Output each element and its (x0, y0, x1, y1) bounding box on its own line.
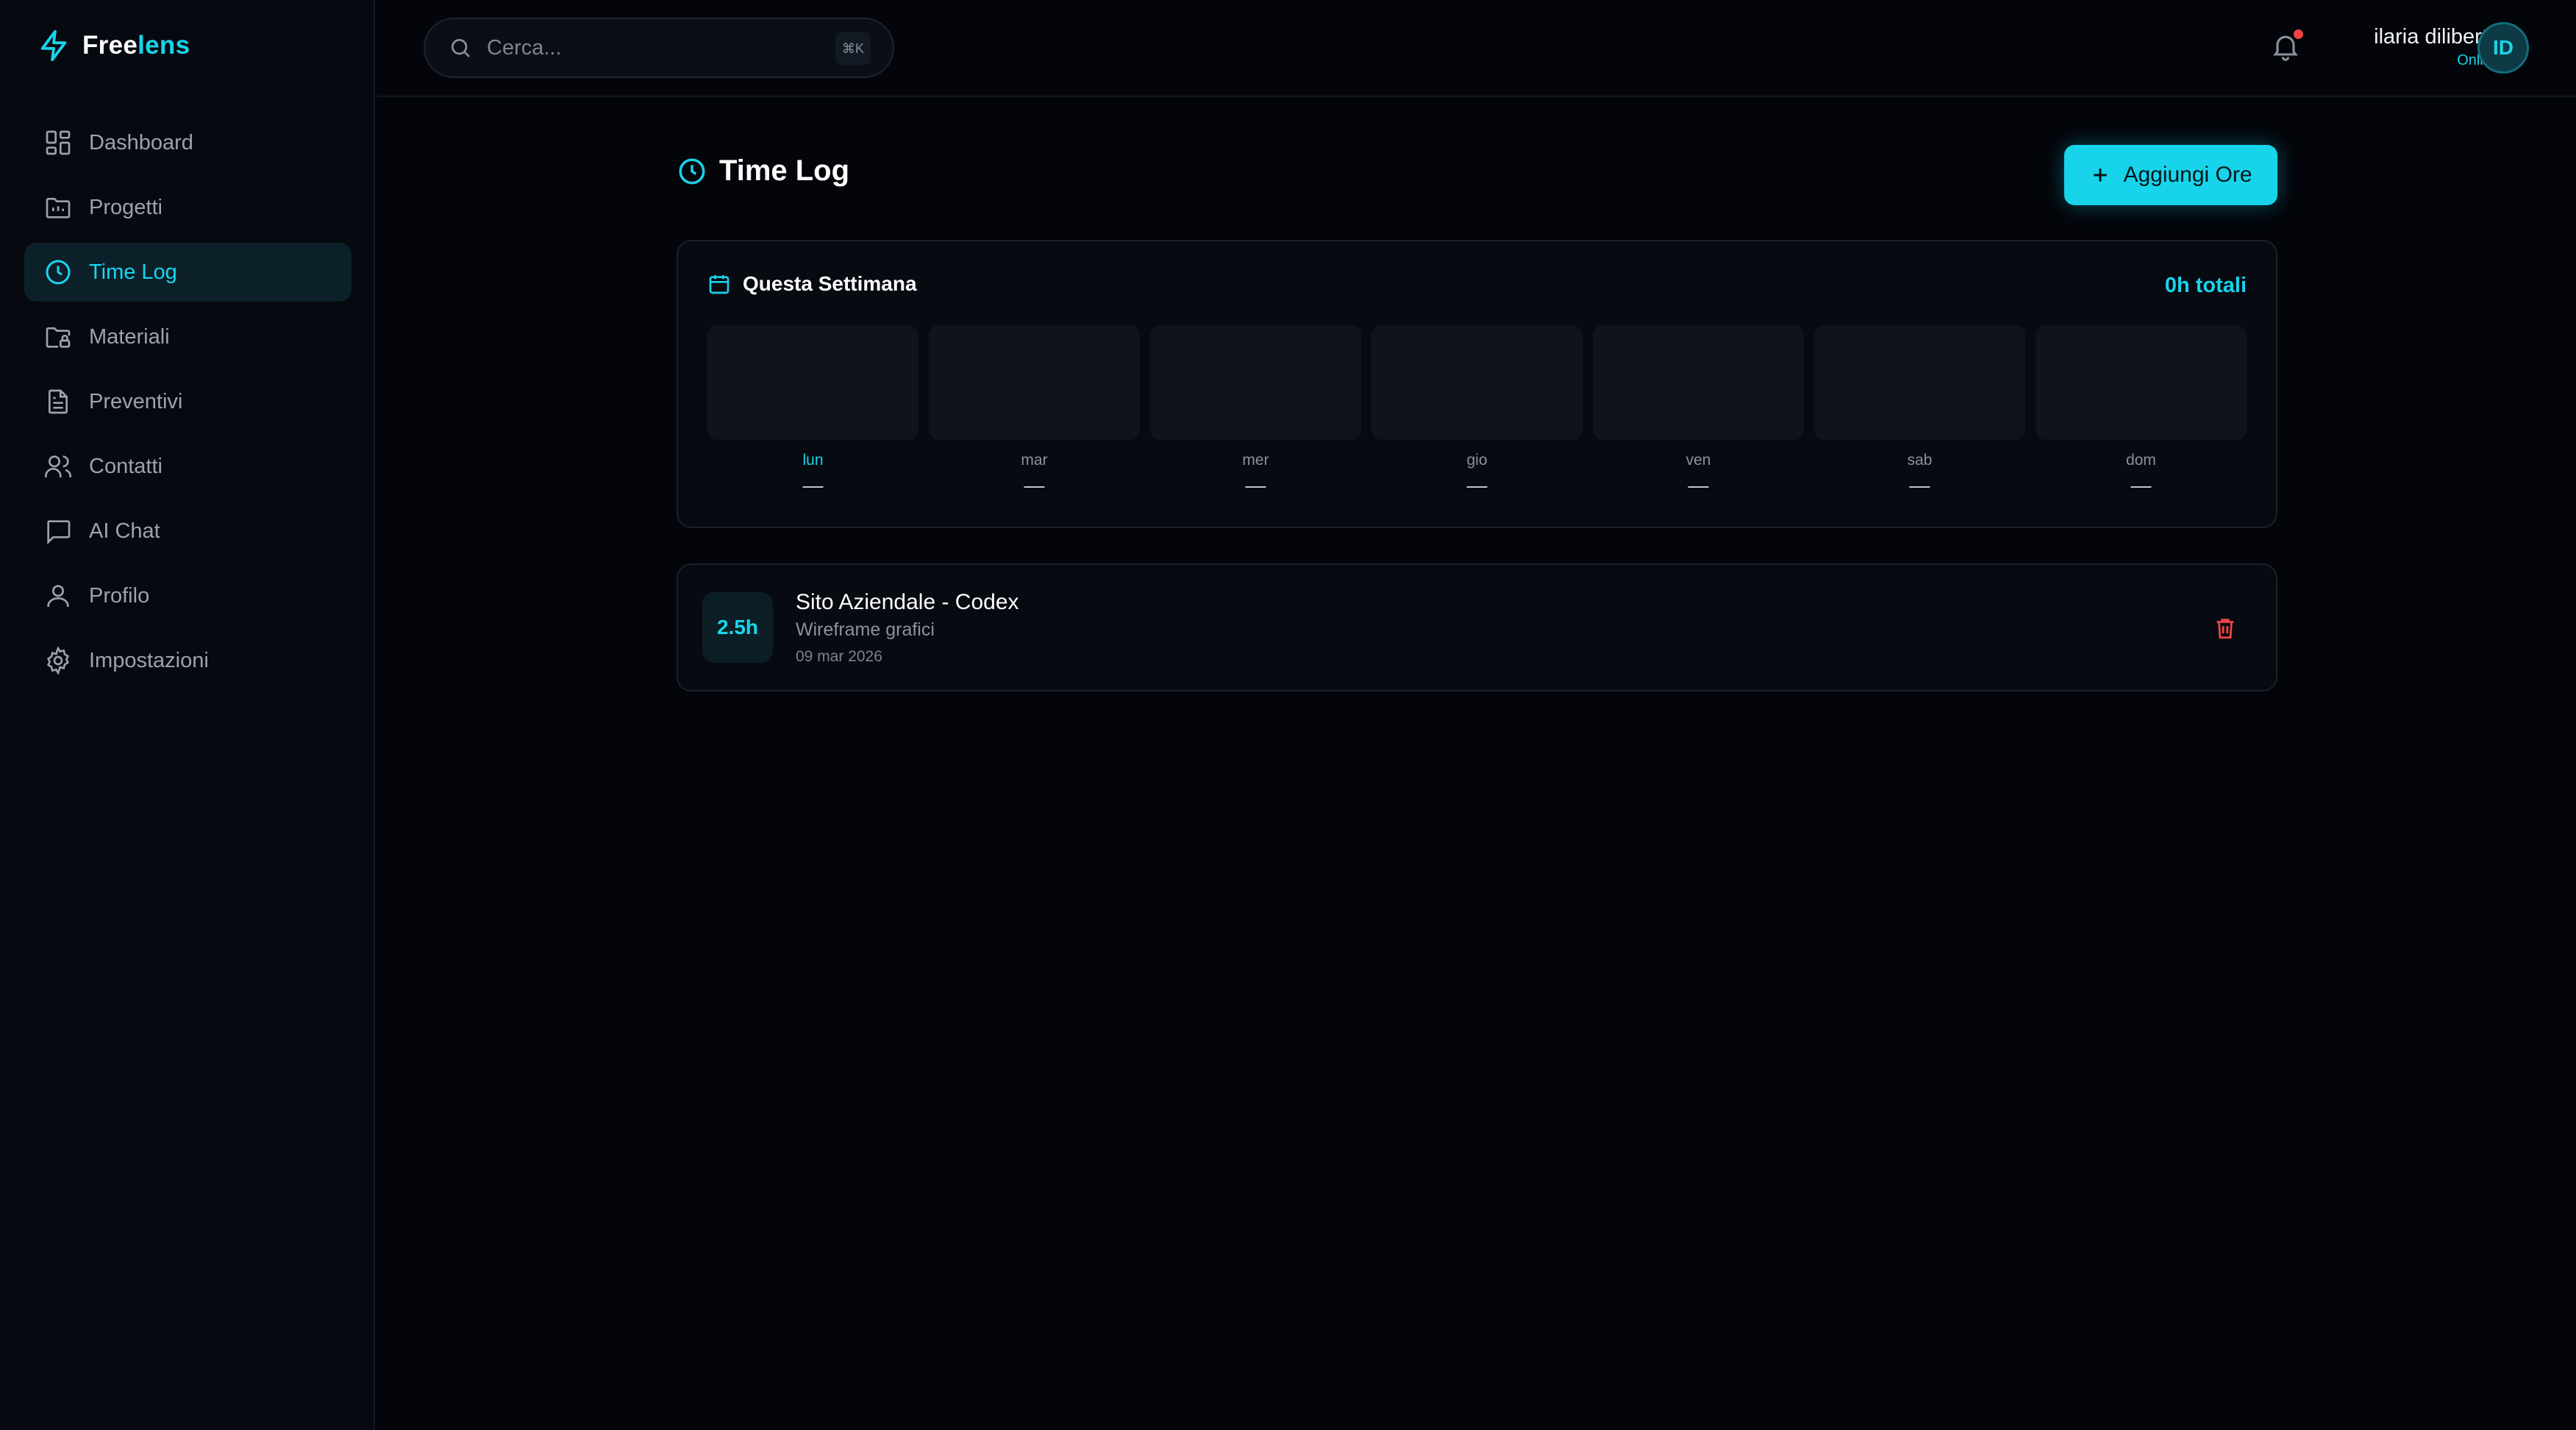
day-value: — (1245, 474, 1266, 497)
sidebar-item-profilo[interactable]: Profilo (24, 566, 352, 625)
notifications-button[interactable] (2269, 29, 2303, 63)
chat-icon (47, 520, 71, 545)
sidebar-item-label: Profilo (89, 583, 150, 608)
day-column[interactable]: dom — (2036, 325, 2247, 497)
week-total: 0h totali (2164, 274, 2247, 297)
day-value: — (1024, 474, 1045, 497)
calendar-icon (709, 275, 729, 294)
page-title-text: Time Log (719, 154, 850, 187)
day-value: — (1688, 474, 1709, 497)
day-bar (707, 325, 918, 440)
day-value: — (1466, 474, 1488, 497)
day-name: ven (1685, 452, 1711, 469)
sidebar-item-label: Contatti (89, 454, 163, 478)
day-name: dom (2126, 452, 2156, 469)
day-column[interactable]: mer — (1150, 325, 1361, 497)
day-name: lun (802, 452, 824, 469)
search-input[interactable] (485, 35, 812, 61)
entry-project-title: Sito Aziendale - Codex (796, 590, 1019, 614)
notification-dot (2294, 29, 2303, 39)
folder-lock-icon (46, 327, 71, 348)
clock-icon (679, 158, 705, 184)
avatar[interactable]: ID (2477, 22, 2529, 74)
sidebar-item-ai-chat[interactable]: AI Chat (24, 502, 352, 561)
search-shortcut-badge: ⌘K (835, 32, 871, 65)
day-column[interactable]: mar — (929, 325, 1140, 497)
entry-details: Sito Aziendale - Codex Wireframe grafici… (796, 590, 1019, 666)
trash-icon (2216, 619, 2234, 639)
document-icon (49, 389, 68, 414)
day-name: mar (1021, 452, 1048, 469)
day-column[interactable]: sab — (1814, 325, 2025, 497)
day-bar (1814, 325, 2025, 440)
day-value: — (2130, 474, 2152, 497)
sidebar-item-progetti[interactable]: Progetti (24, 178, 352, 237)
day-bar (1593, 325, 1804, 440)
week-days: lun — mar — mer — gio — ven — sab — dom … (707, 325, 2247, 497)
search-box[interactable]: ⌘K (424, 18, 894, 78)
entry-date: 09 mar 2026 (796, 648, 882, 665)
dashboard-icon (46, 130, 71, 155)
day-value: — (802, 474, 824, 497)
gear-icon (46, 646, 70, 675)
search-icon (452, 39, 470, 57)
plus-icon (2094, 168, 2108, 182)
week-header: Questa Settimana (707, 272, 917, 296)
sidebar-item-impostazioni[interactable]: Impostazioni (24, 631, 352, 690)
sidebar-item-label: Materiali (89, 324, 170, 349)
add-hours-label: Aggiungi Ore (2123, 163, 2252, 187)
sidebar-item-preventivi[interactable]: Preventivi (24, 372, 352, 431)
week-summary-card: Questa Settimana 0h totali lun — mar — m… (677, 240, 2277, 528)
day-column[interactable]: lun — (707, 325, 918, 497)
users-icon (45, 455, 71, 477)
app-name: Freelens (82, 31, 190, 60)
sidebar-item-label: AI Chat (89, 519, 160, 543)
top-bar: ⌘K ilaria diliberto Online ID (377, 0, 2576, 97)
day-bar (1371, 325, 1583, 440)
day-name: mer (1242, 452, 1269, 469)
week-title: Questa Settimana (743, 272, 917, 295)
day-column[interactable]: gio — (1371, 325, 1583, 497)
entry-hours-badge: 2.5h (702, 592, 773, 663)
sidebar-item-label: Impostazioni (89, 648, 209, 672)
user-icon (47, 585, 69, 607)
day-column[interactable]: ven — (1593, 325, 1804, 497)
day-name: gio (1466, 452, 1488, 469)
time-entry[interactable]: 2.5h Sito Aziendale - Codex Wireframe gr… (677, 563, 2277, 691)
clock-icon (46, 260, 71, 285)
day-bar (2036, 325, 2247, 440)
add-hours-button[interactable]: Aggiungi Ore (2064, 145, 2277, 205)
sidebar-item-dashboard[interactable]: Dashboard (24, 113, 352, 172)
page-title: Time Log (677, 154, 849, 188)
lightning-icon (40, 29, 67, 62)
sidebar-item-label: Progetti (89, 195, 163, 219)
sidebar-item-time-log[interactable]: Time Log (24, 243, 352, 302)
sidebar: Freelens Dashboard Progetti Time Log Mat… (0, 0, 375, 1430)
folder-icon (46, 198, 71, 218)
sidebar-item-contatti[interactable]: Contatti (24, 437, 352, 496)
app-logo[interactable]: Freelens (37, 28, 190, 63)
sidebar-nav: Dashboard Progetti Time Log Materiali Pr… (24, 113, 352, 696)
day-bar (1150, 325, 1361, 440)
delete-entry-button[interactable] (2213, 615, 2238, 641)
sidebar-item-materiali[interactable]: Materiali (24, 307, 352, 366)
day-value: — (1909, 474, 1930, 497)
entry-description: Wireframe grafici (796, 619, 935, 640)
sidebar-item-label: Preventivi (89, 389, 183, 413)
day-name: sab (1907, 452, 1933, 469)
day-bar (929, 325, 1140, 440)
sidebar-item-label: Time Log (89, 260, 177, 284)
sidebar-item-label: Dashboard (89, 130, 193, 154)
